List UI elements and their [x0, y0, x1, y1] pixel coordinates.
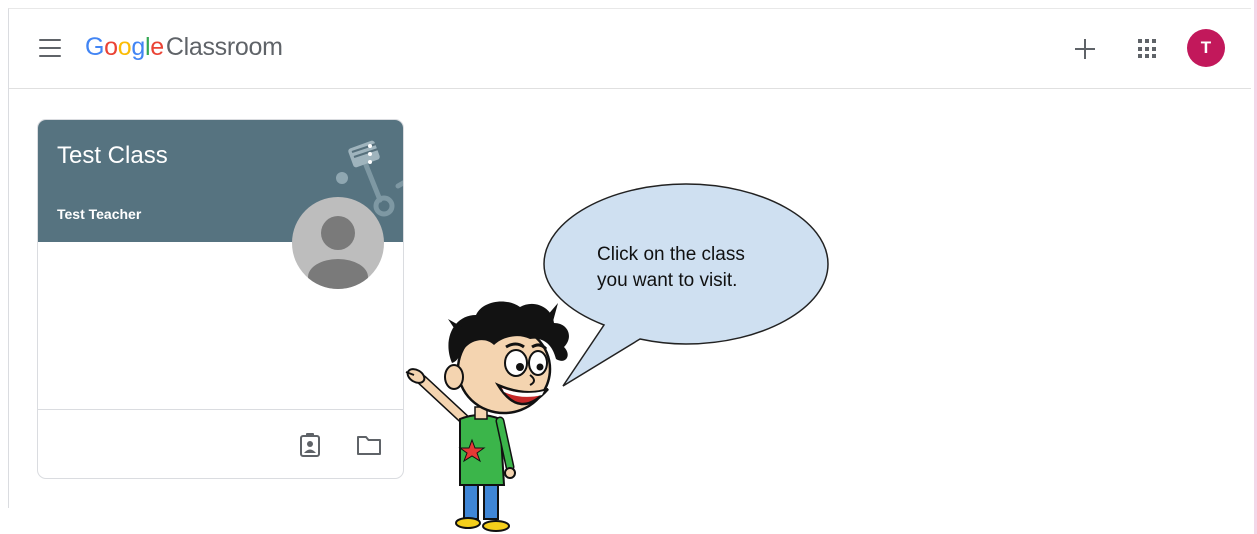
app-header: G o o g l e Classroom T: [9, 9, 1251, 89]
teacher-name: Test Teacher: [57, 206, 142, 222]
product-name: Classroom: [165, 33, 283, 61]
leg-left: [463, 480, 479, 520]
apps-dot: [1145, 39, 1149, 43]
assignment-ind-icon[interactable]: [299, 432, 321, 458]
pupil-right: [536, 363, 544, 371]
ear: [444, 364, 464, 390]
pupil-left: [516, 363, 524, 371]
apps-grid-icon: [1138, 39, 1142, 43]
shoe-left: [455, 517, 481, 529]
gear-part: [336, 172, 348, 184]
logo-letter: e: [150, 33, 164, 61]
create-or-join-class-button[interactable]: [1071, 35, 1099, 63]
more-dot: [368, 160, 372, 164]
hamburger-menu-icon: [39, 39, 61, 41]
logo-letter: G: [85, 33, 105, 61]
leg-right: [483, 480, 499, 520]
teacher-avatar: [292, 197, 384, 289]
hamburger-line: [39, 47, 61, 49]
class-title[interactable]: Test Class: [57, 142, 168, 170]
logo-letter: g: [131, 33, 145, 61]
eye-left: [504, 349, 528, 377]
apps-dot: [1138, 54, 1142, 59]
apps-dot: [1152, 39, 1156, 43]
shoe-right: [482, 520, 510, 532]
class-options-button[interactable]: [365, 144, 375, 164]
account-avatar[interactable]: T: [1187, 29, 1225, 67]
logo-letter: o: [117, 33, 132, 61]
person-icon: [308, 216, 368, 289]
crank-ring: [373, 195, 395, 217]
main-menu-button[interactable]: [39, 39, 61, 57]
apps-dot: [1138, 46, 1142, 51]
apps-dot: [1145, 46, 1149, 51]
callout-line: Click on the class: [597, 244, 745, 265]
right-hand: [504, 467, 516, 479]
hamburger-line: [39, 55, 61, 57]
callout-text: Click on the class you want to visit.: [597, 242, 817, 294]
apps-dot: [1145, 54, 1149, 59]
class-card-footer: [38, 409, 403, 478]
callout-line: you want to visit.: [597, 270, 738, 291]
class-card[interactable]: Test Class Test Teacher: [37, 119, 404, 479]
eye-right: [528, 350, 548, 376]
apps-dot: [1152, 54, 1156, 59]
google-apps-button[interactable]: [1138, 39, 1158, 59]
cartoon-boy-pointing: [405, 301, 569, 532]
bolt: [395, 180, 403, 189]
logo-letter: o: [104, 33, 118, 61]
google-classroom-logo[interactable]: G o o g l e Classroom: [85, 33, 283, 65]
more-vert-icon: [368, 144, 372, 148]
piston-rod: [361, 157, 383, 203]
folder-icon[interactable]: [356, 434, 382, 456]
more-dot: [368, 152, 372, 156]
apps-dot: [1152, 46, 1156, 51]
